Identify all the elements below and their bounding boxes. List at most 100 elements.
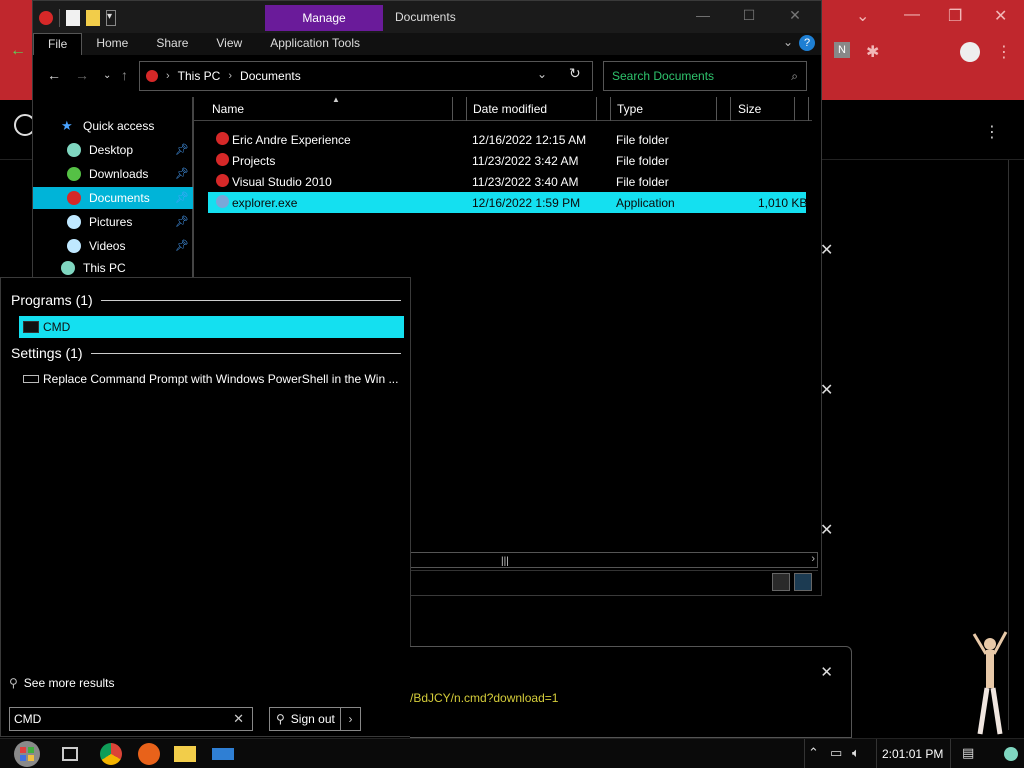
tray-divider	[876, 739, 877, 768]
firefox-icon[interactable]	[138, 743, 160, 765]
column-type[interactable]: Type	[617, 102, 643, 116]
nav-item-desktop[interactable]: Desktop 📌︎	[33, 139, 193, 161]
browser-restore-icon[interactable]: ❐	[948, 6, 962, 26]
details-view-icon[interactable]	[772, 573, 790, 591]
close-button[interactable]: ✕	[777, 7, 813, 27]
file-row[interactable]: Visual Studio 2010 11/23/2022 3:40 AM Fi…	[208, 171, 806, 192]
properties-icon[interactable]	[66, 10, 80, 26]
show-desktop-icon[interactable]	[1004, 747, 1018, 761]
search-box[interactable]: ⌕	[603, 61, 807, 91]
scroll-thumb-icon[interactable]: |||	[501, 556, 509, 567]
title-bar[interactable]: ▾ Manage Documents — ☐ ✕	[33, 1, 821, 33]
task-view-icon[interactable]	[62, 747, 78, 761]
folder-icon	[216, 174, 229, 187]
pin-icon[interactable]: 📌︎	[175, 191, 189, 204]
sort-ascending-icon: ▲	[332, 95, 340, 104]
pin-icon[interactable]: 📌︎	[175, 215, 189, 228]
ribbon-tab-file[interactable]: File	[33, 33, 83, 55]
clock[interactable]: 2:01:01 PM	[882, 747, 943, 761]
dismiss-close-icon[interactable]: ✕	[820, 380, 833, 400]
customize-toolbar-icon[interactable]: ▾	[106, 10, 116, 26]
refresh-icon[interactable]: ↻	[569, 65, 581, 82]
action-center-icon[interactable]: ▤	[962, 745, 974, 761]
forward-icon[interactable]: →	[75, 67, 89, 83]
browser-back-icon[interactable]: ←	[10, 42, 26, 60]
start-search-box[interactable]: ✕	[9, 707, 253, 731]
program-result-cmd[interactable]: CMD	[19, 316, 404, 338]
file-row[interactable]: Eric Andre Experience 12/16/2022 12:15 A…	[208, 129, 806, 150]
ribbon-tab-share[interactable]: Share	[142, 33, 202, 55]
large-icons-view-icon[interactable]	[794, 573, 812, 591]
browser-minimize-icon[interactable]: —	[904, 6, 920, 24]
browser-extensions-icon[interactable]: ✱	[866, 42, 879, 62]
nav-item-videos[interactable]: Videos 📌︎	[33, 235, 193, 257]
file-row[interactable]: Projects 11/23/2022 3:42 AM File folder	[208, 150, 806, 171]
browser-extension-n-icon[interactable]: N	[834, 42, 850, 58]
start-orb-icon[interactable]	[10, 739, 44, 768]
chrome-icon[interactable]	[100, 743, 122, 765]
nav-item-documents[interactable]: Documents 📌︎	[33, 187, 193, 209]
scroll-right-icon[interactable]: ›	[811, 553, 815, 565]
settings-result[interactable]: Replace Command Prompt with Windows Powe…	[19, 368, 404, 390]
nav-item-downloads[interactable]: Downloads 📌︎	[33, 163, 193, 185]
maximize-button[interactable]: ☐	[731, 7, 767, 27]
keyboard-icon[interactable]	[212, 748, 234, 760]
ribbon-tab-view[interactable]: View	[202, 33, 256, 55]
file-explorer-taskbar-icon[interactable]	[174, 746, 196, 762]
new-folder-icon[interactable]	[86, 10, 100, 26]
network-icon[interactable]: ▭	[830, 745, 842, 761]
recent-locations-icon[interactable]: ⌄	[103, 70, 111, 81]
back-icon[interactable]: ←	[47, 67, 61, 83]
browser-close-icon[interactable]: ✕	[994, 6, 1007, 26]
see-more-results-link[interactable]: ⚲ See more results	[9, 676, 115, 690]
column-divider	[808, 97, 809, 121]
program-result-label: CMD	[43, 320, 71, 334]
clear-search-icon[interactable]: ✕	[233, 711, 244, 727]
address-bar[interactable]: › This PC › Documents	[139, 61, 593, 91]
horizontal-scrollbar[interactable]: ||| ›	[410, 552, 818, 568]
help-icon[interactable]: ?	[799, 35, 815, 51]
breadcrumb-this-pc[interactable]: This PC	[178, 69, 221, 83]
ribbon-tab-home[interactable]: Home	[82, 33, 142, 55]
up-icon[interactable]: ↑	[121, 67, 128, 83]
browser-tab-chevron-icon[interactable]: ⌄	[856, 6, 869, 26]
show-hidden-icons-icon[interactable]: ⌃	[808, 745, 819, 761]
nav-item-quick-access[interactable]: ★ Quick access	[33, 115, 193, 137]
status-bar	[410, 570, 818, 592]
start-search-input[interactable]	[10, 708, 220, 730]
nav-item-pictures[interactable]: Pictures 📌︎	[33, 211, 193, 233]
nav-item-this-pc[interactable]: This PC	[33, 259, 193, 277]
download-url[interactable]: /BdJCY/n.cmd?download=1	[410, 691, 558, 705]
column-name[interactable]: Name	[212, 102, 244, 116]
page-menu-icon[interactable]: ⋮	[984, 122, 1000, 142]
manage-contextual-tab[interactable]: Manage	[265, 5, 383, 31]
pin-icon[interactable]: 📌︎	[175, 239, 189, 252]
documents-location-icon	[146, 70, 158, 82]
dismiss-close-icon[interactable]: ✕	[820, 240, 833, 260]
browser-menu-icon[interactable]: ⋮	[996, 42, 1012, 62]
breadcrumb-documents[interactable]: Documents	[240, 69, 301, 83]
browser-profile-icon[interactable]	[960, 42, 980, 62]
tray-divider	[950, 739, 951, 768]
app-icon[interactable]	[39, 11, 53, 25]
pin-icon[interactable]: 📌︎	[175, 143, 189, 156]
ribbon-expand-icon[interactable]: ⌄	[783, 35, 793, 49]
pin-icon[interactable]: 📌︎	[175, 167, 189, 180]
address-dropdown-icon[interactable]: ⌄	[537, 67, 547, 81]
breadcrumb-separator-icon[interactable]: ›	[228, 70, 232, 82]
close-icon[interactable]: ✕	[820, 663, 833, 681]
breadcrumb-separator-icon[interactable]: ›	[166, 70, 170, 82]
column-date-modified[interactable]: Date modified	[473, 102, 547, 116]
dismiss-close-icon[interactable]: ✕	[820, 520, 833, 540]
quick-access-toolbar: ▾	[39, 9, 116, 27]
file-row-selected[interactable]: explorer.exe 12/16/2022 1:59 PM Applicat…	[208, 192, 807, 213]
search-input[interactable]	[612, 69, 782, 83]
ribbon-tab-application-tools[interactable]: Application Tools	[256, 33, 374, 55]
column-size[interactable]: Size	[738, 102, 761, 116]
sign-out-button[interactable]: ⚲ Sign out ›	[269, 707, 361, 731]
minimize-button[interactable]: —	[685, 7, 721, 27]
shutdown-options-icon[interactable]: ›	[340, 708, 360, 730]
application-icon	[216, 195, 229, 208]
volume-icon[interactable]: 🔈︎	[852, 745, 860, 761]
file-type: File folder	[616, 154, 669, 168]
